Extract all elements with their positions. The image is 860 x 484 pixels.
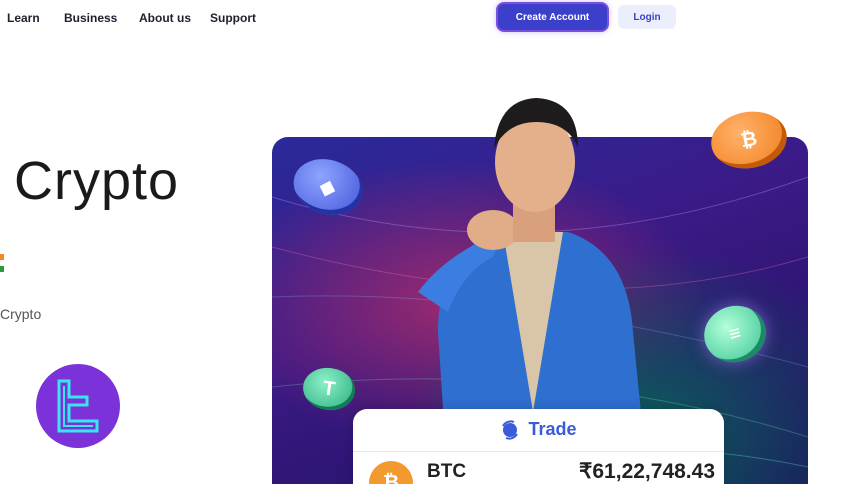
divider bbox=[353, 451, 724, 452]
trade-card-title: Trade bbox=[528, 419, 577, 439]
hero-subtitle: Crypto bbox=[0, 306, 42, 322]
nav-link-learn[interactable]: Learn bbox=[7, 11, 40, 25]
trade-card[interactable]: Trade ₿ BTC ₹61,22,748.43 bbox=[353, 409, 724, 484]
nav-link-business[interactable]: Business bbox=[64, 11, 117, 25]
asset-price: ₹61,22,748.43 bbox=[579, 460, 715, 483]
create-account-button[interactable]: Create Account bbox=[498, 4, 607, 30]
bitcoin-icon: ₿ bbox=[369, 461, 413, 484]
asset-symbol: BTC bbox=[427, 461, 467, 482]
hero-title: Crypto bbox=[14, 151, 180, 211]
top-nav: Learn Business About us Support Create A… bbox=[0, 0, 860, 36]
nav-link-about-us[interactable]: About us bbox=[139, 11, 191, 25]
nav-link-support[interactable]: Support bbox=[210, 11, 256, 25]
india-flag-icon bbox=[0, 254, 4, 272]
brand-logo-icon bbox=[36, 364, 120, 448]
login-button[interactable]: Login bbox=[618, 5, 676, 29]
asset-row-btc[interactable]: ₿ BTC ₹61,22,748.43 bbox=[369, 457, 715, 484]
trade-card-header: Trade bbox=[353, 419, 724, 440]
page: Learn Business About us Support Create A… bbox=[0, 0, 860, 484]
trade-icon bbox=[502, 419, 519, 440]
